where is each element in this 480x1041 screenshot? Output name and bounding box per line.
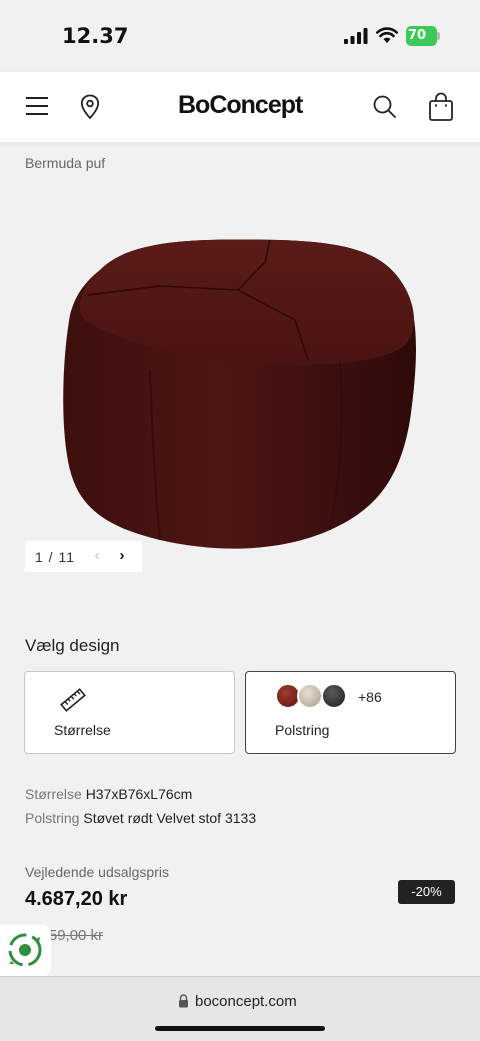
battery-icon: 70	[406, 26, 440, 46]
current-price: 4.687,20 kr	[25, 888, 128, 910]
product-image[interactable]	[40, 220, 440, 570]
status-time: 12.37	[62, 24, 129, 48]
spec-upholstery-key: Polstring	[25, 810, 80, 826]
upholstery-option-button[interactable]: +86 Polstring	[245, 671, 456, 754]
wifi-icon	[376, 27, 398, 43]
ruler-icon	[60, 688, 86, 712]
spec-size-key: Størrelse	[25, 786, 82, 802]
fabric-swatch-beige	[297, 683, 323, 709]
site-header: BoConcept	[0, 72, 480, 142]
shopping-bag-icon[interactable]	[428, 92, 454, 122]
design-heading: Vælg design	[25, 636, 120, 655]
search-icon[interactable]	[372, 94, 398, 120]
browser-url-bar[interactable]: boconcept.com	[0, 976, 480, 1041]
more-swatches-count: +86	[358, 689, 382, 705]
menu-icon[interactable]	[26, 97, 48, 115]
spec-upholstery-value: Støvet rødt Velvet stof 3133	[83, 810, 257, 826]
brand-logo[interactable]: BoConcept	[178, 91, 303, 120]
size-option-label: Størrelse	[54, 722, 111, 738]
chevron-left-icon[interactable]: ‹	[89, 547, 105, 567]
lock-icon	[179, 994, 188, 1008]
url-text: boconcept.com	[195, 993, 297, 1010]
discount-badge: -20%	[398, 880, 455, 904]
chevron-right-icon[interactable]: ›	[114, 547, 130, 567]
battery-level: 70	[408, 28, 427, 43]
pager-counter: 1 / 11	[35, 549, 75, 565]
signal-icon	[344, 28, 368, 44]
fabric-swatch-grey	[321, 683, 347, 709]
spec-upholstery: Polstring Støvet rødt Velvet stof 3133	[25, 810, 256, 826]
price-caption: Vejledende udsalgspris	[25, 864, 169, 880]
location-pin-icon[interactable]	[80, 94, 100, 120]
spec-size-value: H37xB76xL76cm	[85, 786, 193, 802]
image-pager: 1 / 11 ‹ ›	[25, 541, 142, 572]
spec-size: Størrelse H37xB76xL76cm	[25, 786, 192, 802]
status-bar: 12.37 70	[0, 0, 480, 72]
size-option-button[interactable]: Størrelse	[24, 671, 235, 754]
eco-badge[interactable]	[0, 925, 51, 976]
recycle-icon	[8, 933, 42, 967]
upholstery-option-label: Polstring	[275, 722, 330, 738]
home-indicator[interactable]	[155, 1026, 325, 1031]
product-title: Bermuda puf	[25, 155, 106, 171]
